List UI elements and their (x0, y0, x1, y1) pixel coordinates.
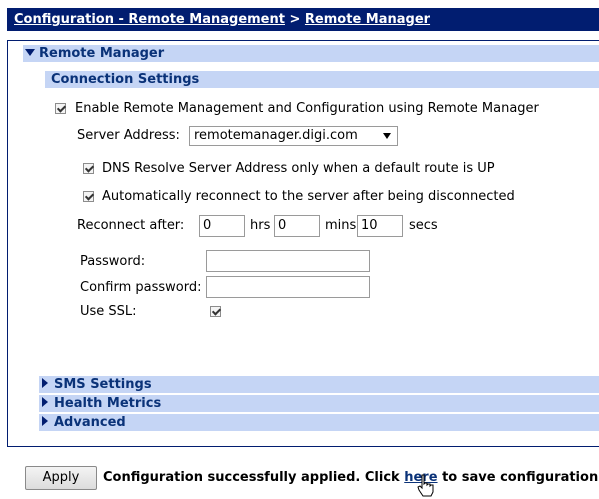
auto-reconnect-label: Automatically reconnect to the server af… (102, 189, 515, 204)
confirm-password-label: Confirm password: (80, 280, 202, 295)
section-title-remote-manager: Remote Manager (39, 46, 165, 61)
enable-remote-management-checkbox[interactable] (55, 103, 66, 114)
reconnect-seconds-input[interactable]: 10 (357, 215, 403, 237)
use-ssl-label: Use SSL: (80, 304, 137, 319)
subsection-title-connection-settings: Connection Settings (51, 72, 200, 87)
triangle-right-icon (42, 397, 48, 407)
reconnect-minutes-input[interactable]: 0 (274, 215, 320, 237)
reconnect-hours-input[interactable]: 0 (199, 215, 245, 237)
section-title-health-metrics: Health Metrics (54, 396, 162, 411)
section-header-sms-settings[interactable]: SMS Settings (39, 376, 599, 393)
password-field[interactable] (206, 250, 370, 272)
breadcrumb-link-remote-management[interactable]: Configuration - Remote Management (14, 12, 285, 27)
status-message: Configuration successfully applied. Clic… (103, 470, 599, 485)
triangle-right-icon (42, 378, 48, 388)
hours-unit-label: hrs (250, 218, 271, 233)
dns-resolve-checkbox[interactable] (83, 163, 94, 174)
breadcrumb-link-remote-manager[interactable]: Remote Manager (305, 12, 430, 27)
triangle-right-icon (42, 416, 48, 426)
breadcrumb: Configuration - Remote Management > Remo… (7, 8, 599, 31)
reconnect-after-label: Reconnect after: (77, 218, 185, 233)
dns-resolve-label: DNS Resolve Server Address only when a d… (102, 161, 495, 176)
seconds-unit-label: secs (409, 218, 438, 233)
auto-reconnect-checkbox[interactable] (83, 191, 94, 202)
section-header-advanced[interactable]: Advanced (39, 414, 599, 431)
hand-pointer-cursor-icon (417, 474, 434, 497)
minutes-unit-label: mins (325, 218, 357, 233)
enable-remote-management-label: Enable Remote Management and Configurati… (75, 101, 539, 116)
status-suffix: to save configuration. (437, 470, 599, 485)
server-address-label: Server Address: (77, 128, 180, 143)
use-ssl-checkbox[interactable] (210, 306, 221, 317)
section-title-advanced: Advanced (54, 415, 126, 430)
password-label: Password: (80, 254, 146, 269)
status-prefix: Configuration successfully applied. Clic… (103, 470, 405, 485)
breadcrumb-separator: > (284, 12, 305, 27)
section-header-remote-manager[interactable]: Remote Manager (23, 45, 599, 62)
subsection-header-connection-settings: Connection Settings (45, 71, 599, 88)
server-address-select[interactable]: remotemanager.digi.com (189, 126, 398, 146)
confirm-password-field[interactable] (206, 276, 370, 298)
server-address-value: remotemanager.digi.com (194, 128, 358, 143)
section-header-health-metrics[interactable]: Health Metrics (39, 395, 599, 412)
triangle-down-icon (25, 49, 35, 56)
apply-button[interactable]: Apply (25, 466, 97, 490)
chevron-down-icon (383, 133, 391, 139)
section-title-sms-settings: SMS Settings (54, 377, 152, 392)
